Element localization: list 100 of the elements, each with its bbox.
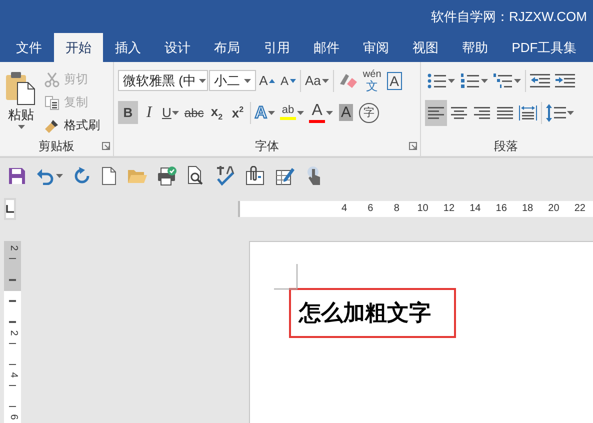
character-border-button[interactable]: A: [384, 69, 404, 92]
alignment-button[interactable]: [425, 100, 447, 126]
caret-icon: [567, 110, 574, 114]
font-size-field[interactable]: 小二: [209, 70, 256, 91]
ribbon-tab[interactable]: 开始: [54, 33, 104, 62]
ribbon-tab[interactable]: 引用: [252, 33, 302, 62]
bold-button[interactable]: B: [118, 101, 138, 124]
ruler-number: 2: [8, 245, 18, 252]
eraser-icon: [338, 72, 358, 90]
ribbon-tab[interactable]: 视图: [400, 33, 450, 62]
site-watermark-text: 软件自学网：RJZXW.COM: [431, 8, 587, 26]
caret-icon: [18, 125, 24, 129]
ruler-tick: [9, 342, 16, 344]
shrink-font-button[interactable]: A: [278, 69, 298, 92]
redo-icon: [73, 167, 91, 185]
increase-indent-icon: [555, 72, 575, 88]
paste-button[interactable]: 粘贴: [0, 69, 42, 136]
triangle-up-icon: [268, 78, 275, 82]
highlight-button[interactable]: ab: [278, 101, 306, 124]
distributed-icon: [519, 104, 537, 120]
group-label: 剪贴板: [38, 138, 74, 154]
caret-icon: [297, 110, 304, 114]
spelling-check-icon: [215, 166, 235, 186]
ruler-number: 12: [442, 203, 456, 214]
caret-icon: [268, 110, 276, 114]
ribbon-tab[interactable]: 布局: [202, 33, 252, 62]
align-left-icon: [427, 106, 445, 120]
decrease-indent-icon: [530, 72, 550, 88]
left-tab-icon: [6, 204, 14, 212]
ribbon-tab[interactable]: 文件: [4, 33, 54, 62]
ribbon-tab[interactable]: 帮助: [450, 33, 500, 62]
ribbon-tab[interactable]: 邮件: [302, 33, 352, 62]
change-case-button[interactable]: Aa: [303, 69, 331, 92]
folder-icon: [127, 167, 147, 185]
caret-icon: [322, 78, 329, 82]
brush-button[interactable]: 格式刷: [42, 116, 102, 135]
group-label: 字体: [255, 138, 279, 154]
align-right-icon: [473, 106, 491, 120]
table-pencil-icon: [275, 166, 295, 186]
triangle-down-icon: [290, 78, 296, 82]
ruler-tick: [9, 406, 16, 408]
touch-hand-icon: [305, 166, 323, 186]
ruler-number: 4: [8, 372, 18, 378]
copy-icon: [44, 94, 60, 110]
caret-icon: [172, 110, 180, 114]
blank-page-icon: [101, 167, 117, 185]
undo-button[interactable]: [36, 167, 63, 185]
ruler-number: 18: [520, 203, 534, 214]
ribbon-tab[interactable]: 插入: [103, 33, 153, 62]
crop-mark-icon: [274, 264, 298, 290]
dialog-launcher-icon: [102, 142, 110, 150]
ruler-number: 14: [468, 203, 482, 214]
ruler-tick: [9, 384, 16, 386]
ruler-number: 6: [366, 203, 374, 214]
ruler-number: 2: [8, 330, 18, 336]
align-center-icon: [450, 106, 468, 120]
multilevel-list-icon: [493, 72, 513, 88]
ruler-number: 20: [547, 203, 560, 214]
bullet-list-icon: [427, 72, 447, 88]
ruler-tick: [9, 258, 16, 260]
justify-icon: [496, 106, 514, 120]
ruler-tick: [9, 364, 16, 365]
numbered-list-icon: [460, 72, 480, 88]
tab-selector[interactable]: [4, 198, 16, 220]
save-icon: [8, 167, 26, 185]
ribbon-tab[interactable]: PDF工具集: [500, 33, 589, 62]
font-color-button[interactable]: A: [307, 101, 336, 124]
group-label: 段落: [494, 138, 518, 154]
italic-button[interactable]: I: [139, 101, 159, 124]
underline-button[interactable]: U: [160, 101, 182, 124]
ruler-number: 8: [392, 203, 400, 214]
strikethrough-button[interactable]: abc: [182, 101, 206, 124]
caret-icon: [244, 78, 251, 82]
ruler-number: 22: [573, 203, 586, 214]
ruler-number: 16: [494, 203, 508, 214]
caret-icon: [448, 78, 455, 82]
caret-icon: [198, 78, 206, 82]
caret-icon: [481, 78, 488, 82]
printer-check-icon: [157, 166, 177, 186]
dialog-launcher-icon: [409, 142, 417, 150]
ruler-number: 6: [8, 414, 18, 420]
scissors-icon: [44, 72, 60, 88]
grow-font-button[interactable]: A: [257, 69, 277, 92]
subscript-button[interactable]: x$_{2}$: [206, 101, 227, 124]
document-text: 怎么加粗文字: [299, 299, 431, 327]
line-spacing-icon: [546, 104, 566, 122]
clipboard-icon: [4, 71, 38, 105]
superscript-button[interactable]: x$^{2}$: [228, 101, 248, 124]
phonetic-guide-button[interactable]: wén 文: [360, 69, 384, 92]
ruler-number: 10: [416, 203, 430, 214]
ribbon-tab[interactable]: 设计: [152, 33, 202, 62]
font-name-field[interactable]: 微软雅黑 (中: [118, 70, 208, 91]
undo-icon: [36, 167, 54, 185]
brush-icon: [44, 118, 60, 134]
caret-icon: [56, 174, 63, 178]
page-magnifier-icon: [187, 166, 205, 186]
ruler-tick: [9, 300, 16, 302]
caret-icon: [326, 110, 334, 114]
enclose-character-button[interactable]: 字: [357, 101, 382, 124]
ribbon-tab[interactable]: 审阅: [351, 33, 401, 62]
